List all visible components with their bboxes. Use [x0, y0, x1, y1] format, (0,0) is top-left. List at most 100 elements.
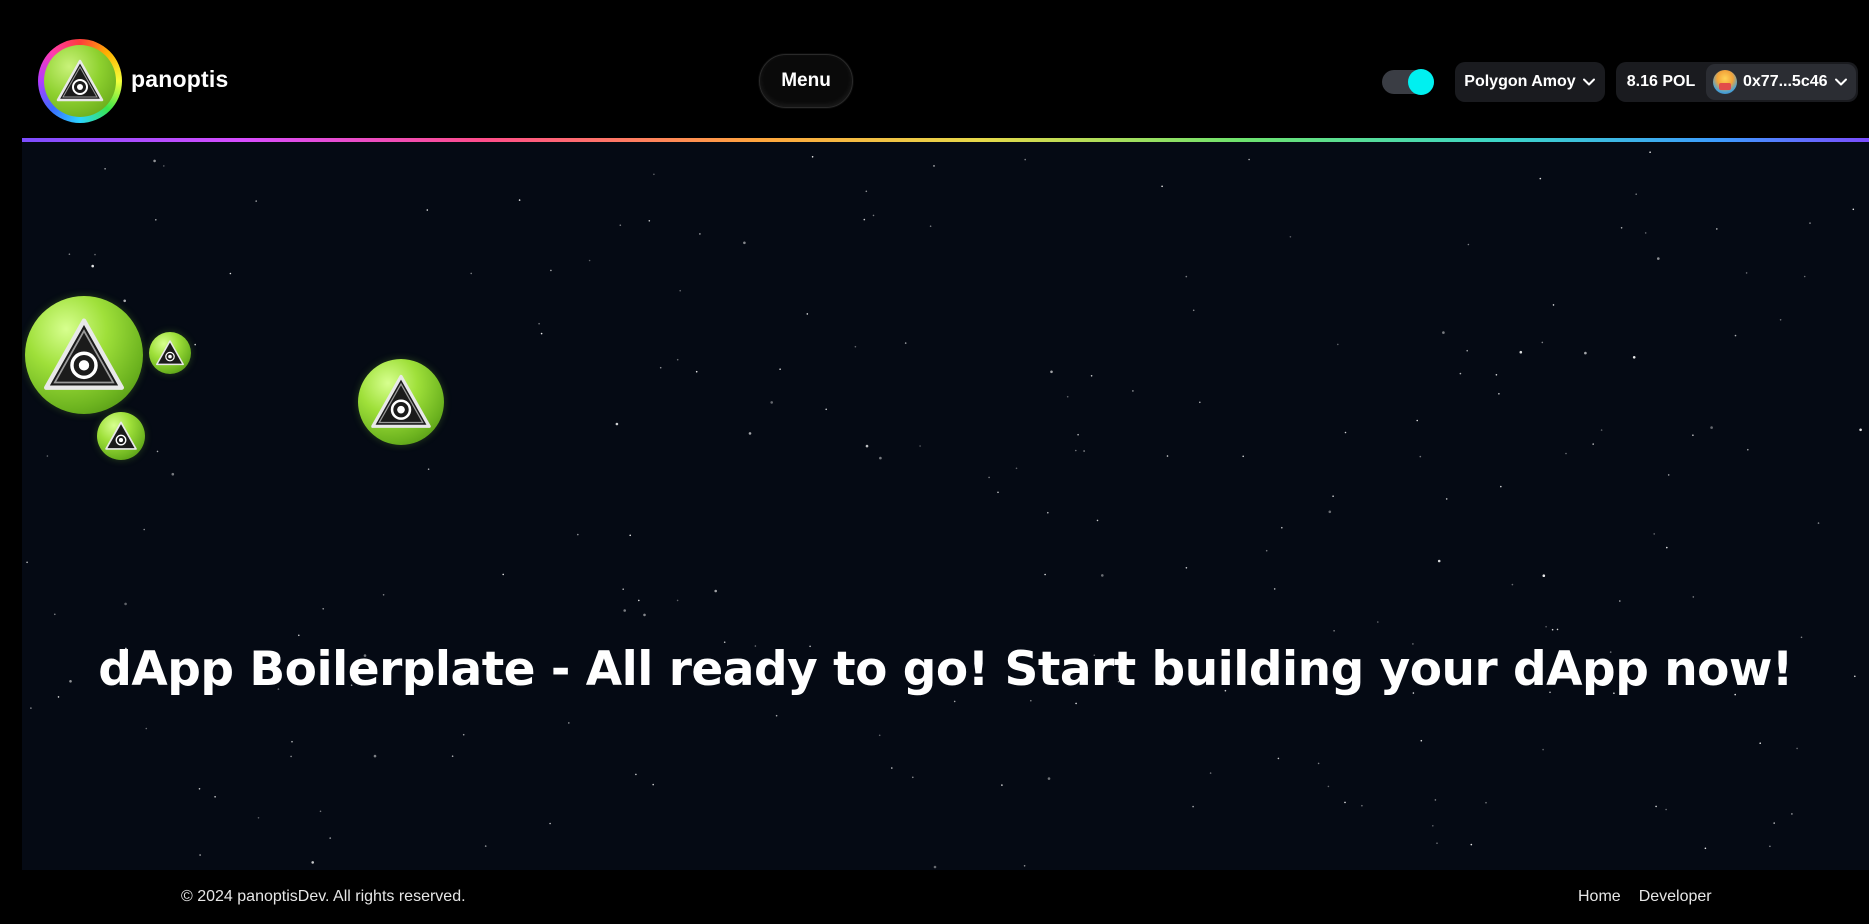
- star: [1511, 583, 1514, 586]
- star: [1075, 449, 1077, 452]
- star: [255, 200, 257, 202]
- toggle-knob: [1408, 69, 1434, 95]
- star: [427, 468, 430, 471]
- wallet-avatar-icon: [1713, 70, 1737, 94]
- star: [1083, 450, 1085, 452]
- account-address-button[interactable]: 0x77...5c46: [1706, 64, 1856, 100]
- hero-title: dApp Boilerplate - All ready to go! Star…: [98, 642, 1793, 697]
- top-navbar: panoptis Menu Polygon Amoy 8.16 POL 0x77…: [0, 0, 1869, 138]
- star: [1665, 808, 1667, 811]
- star: [1485, 801, 1487, 804]
- star: [743, 241, 746, 245]
- star: [171, 472, 175, 476]
- star: [1747, 448, 1749, 451]
- star: [1024, 158, 1026, 161]
- star: [652, 783, 654, 786]
- menu-button[interactable]: Menu: [759, 54, 853, 108]
- star: [153, 159, 156, 163]
- star: [1704, 847, 1707, 850]
- star: [1185, 275, 1188, 278]
- star: [1620, 227, 1623, 229]
- star: [676, 599, 679, 602]
- star: [878, 734, 881, 737]
- star: [1337, 343, 1339, 346]
- star: [1539, 177, 1542, 180]
- star: [1692, 434, 1694, 437]
- star: [1779, 319, 1782, 321]
- network-selector-button[interactable]: Polygon Amoy: [1455, 62, 1605, 102]
- star: [1467, 243, 1470, 246]
- star: [779, 368, 781, 370]
- star: [1344, 801, 1346, 804]
- star: [257, 817, 260, 819]
- star: [1209, 772, 1212, 774]
- floating-logo-orb: [358, 359, 444, 445]
- star: [1632, 356, 1636, 359]
- footer-nav: Home Developer: [1578, 888, 1712, 906]
- star: [1050, 370, 1053, 374]
- star: [1044, 573, 1046, 576]
- star: [1592, 443, 1594, 445]
- star: [1132, 390, 1134, 392]
- footer-link-home[interactable]: Home: [1578, 888, 1621, 906]
- chevron-down-icon: [1834, 78, 1847, 86]
- logo-icon[interactable]: [38, 39, 122, 123]
- eye-triangle-icon: [105, 421, 137, 450]
- star: [891, 767, 893, 769]
- star: [194, 343, 196, 346]
- star: [1565, 452, 1567, 455]
- star: [1416, 419, 1418, 422]
- star: [145, 727, 148, 730]
- star: [904, 342, 907, 344]
- account-panel: 8.16 POL 0x77...5c46: [1616, 62, 1858, 102]
- star: [426, 209, 429, 211]
- star: [1442, 331, 1445, 334]
- star: [1281, 526, 1283, 529]
- star: [1759, 742, 1761, 744]
- star: [382, 594, 385, 596]
- star: [653, 173, 655, 176]
- star: [26, 561, 28, 564]
- footer: © 2024 panoptisDev. All rights reserved.…: [0, 870, 1869, 924]
- brand-name[interactable]: panoptis: [131, 66, 228, 93]
- star: [1552, 304, 1555, 306]
- floating-logo-orb: [25, 296, 143, 414]
- eye-triangle-icon: [44, 318, 124, 390]
- star: [1653, 533, 1655, 535]
- star: [912, 776, 914, 779]
- star: [1332, 495, 1334, 498]
- theme-toggle[interactable]: [1382, 69, 1434, 95]
- star: [291, 740, 293, 743]
- star: [123, 299, 126, 303]
- star: [1667, 474, 1670, 476]
- star: [1852, 208, 1855, 211]
- star: [1030, 699, 1032, 702]
- star: [1519, 350, 1523, 354]
- star: [124, 602, 127, 606]
- star: [629, 534, 631, 537]
- star: [1437, 559, 1441, 563]
- star: [854, 345, 857, 348]
- star: [1556, 628, 1559, 631]
- star: [1328, 510, 1332, 514]
- star: [1498, 393, 1500, 395]
- copyright-text: © 2024 panoptisDev. All rights reserved.: [181, 888, 466, 905]
- star: [997, 491, 999, 494]
- star: [676, 358, 679, 361]
- star: [1273, 588, 1276, 590]
- eye-triangle-icon: [156, 340, 184, 366]
- star: [1265, 549, 1268, 552]
- star: [1657, 257, 1660, 260]
- star: [540, 332, 543, 335]
- star: [1655, 805, 1657, 808]
- star: [1090, 375, 1093, 377]
- footer-link-developer[interactable]: Developer: [1639, 888, 1712, 906]
- star: [143, 528, 145, 531]
- star: [91, 264, 94, 268]
- star: [538, 322, 540, 325]
- star: [1584, 351, 1587, 355]
- star: [577, 533, 579, 536]
- star: [1500, 485, 1502, 488]
- eye-triangle-icon: [371, 374, 431, 428]
- star: [1317, 762, 1320, 765]
